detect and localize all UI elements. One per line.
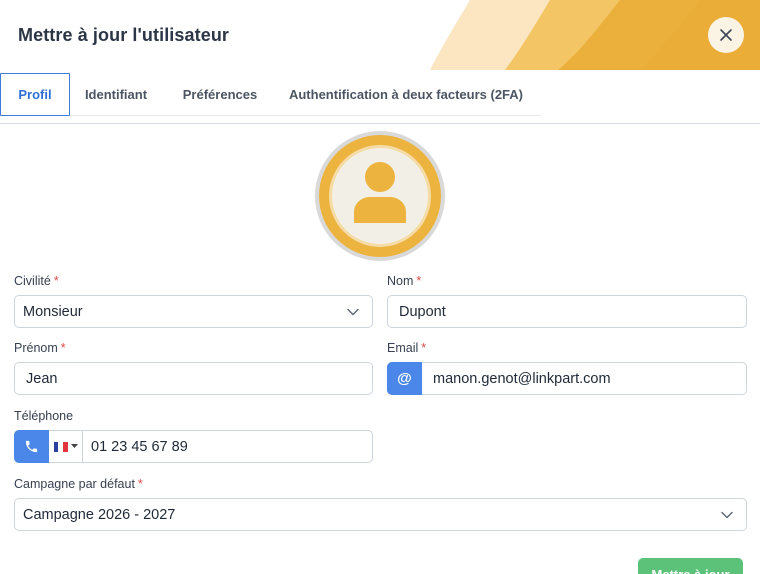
tab-profil[interactable]: Profil (0, 73, 70, 116)
fr-flag-icon (53, 441, 68, 452)
close-button[interactable] (708, 17, 744, 53)
campagne-label: Campagne par défaut * (14, 477, 143, 491)
civilite-select[interactable]: Monsieur (14, 295, 373, 328)
phone-icon (14, 429, 49, 463)
modal-header: Mettre à jour l'utilisateur (0, 0, 760, 70)
prenom-label: Prénom * (14, 341, 66, 355)
email-label: Email * (387, 341, 427, 355)
tab-identifiant[interactable]: Identifiant (78, 73, 154, 116)
country-select[interactable] (49, 431, 83, 462)
close-icon (720, 29, 732, 41)
required-marker: * (416, 274, 422, 288)
campagne-select[interactable]: Campagne 2026 - 2027 (14, 498, 747, 531)
civilite-label: Civilité * (14, 274, 59, 288)
tab-bar: Profil Identifiant Préférences Authentif… (0, 73, 760, 117)
tabs-divider (0, 123, 760, 124)
required-marker: * (60, 341, 66, 355)
at-icon: @ (387, 361, 422, 395)
caret-down-icon (70, 444, 78, 448)
chevron-down-icon (347, 308, 359, 316)
nom-input[interactable]: Dupont (387, 295, 747, 328)
required-marker: * (53, 274, 59, 288)
email-input[interactable]: @ manon.genot@linkpart.com (387, 361, 747, 395)
required-marker: * (421, 341, 427, 355)
required-marker: * (137, 477, 143, 491)
nom-label: Nom * (387, 274, 422, 288)
tab-preferences[interactable]: Préférences (176, 73, 264, 116)
chevron-down-icon (721, 511, 733, 519)
submit-button[interactable]: Mettre à jour (638, 558, 743, 574)
telephone-input[interactable]: 01 23 45 67 89 (14, 429, 373, 463)
user-avatar-icon (354, 162, 406, 223)
telephone-label: Téléphone (14, 409, 74, 423)
avatar[interactable] (315, 131, 445, 261)
modal-title: Mettre à jour l'utilisateur (18, 25, 230, 45)
prenom-input[interactable]: Jean (14, 362, 373, 395)
tab-2fa[interactable]: Authentification à deux facteurs (2FA) (288, 73, 524, 116)
